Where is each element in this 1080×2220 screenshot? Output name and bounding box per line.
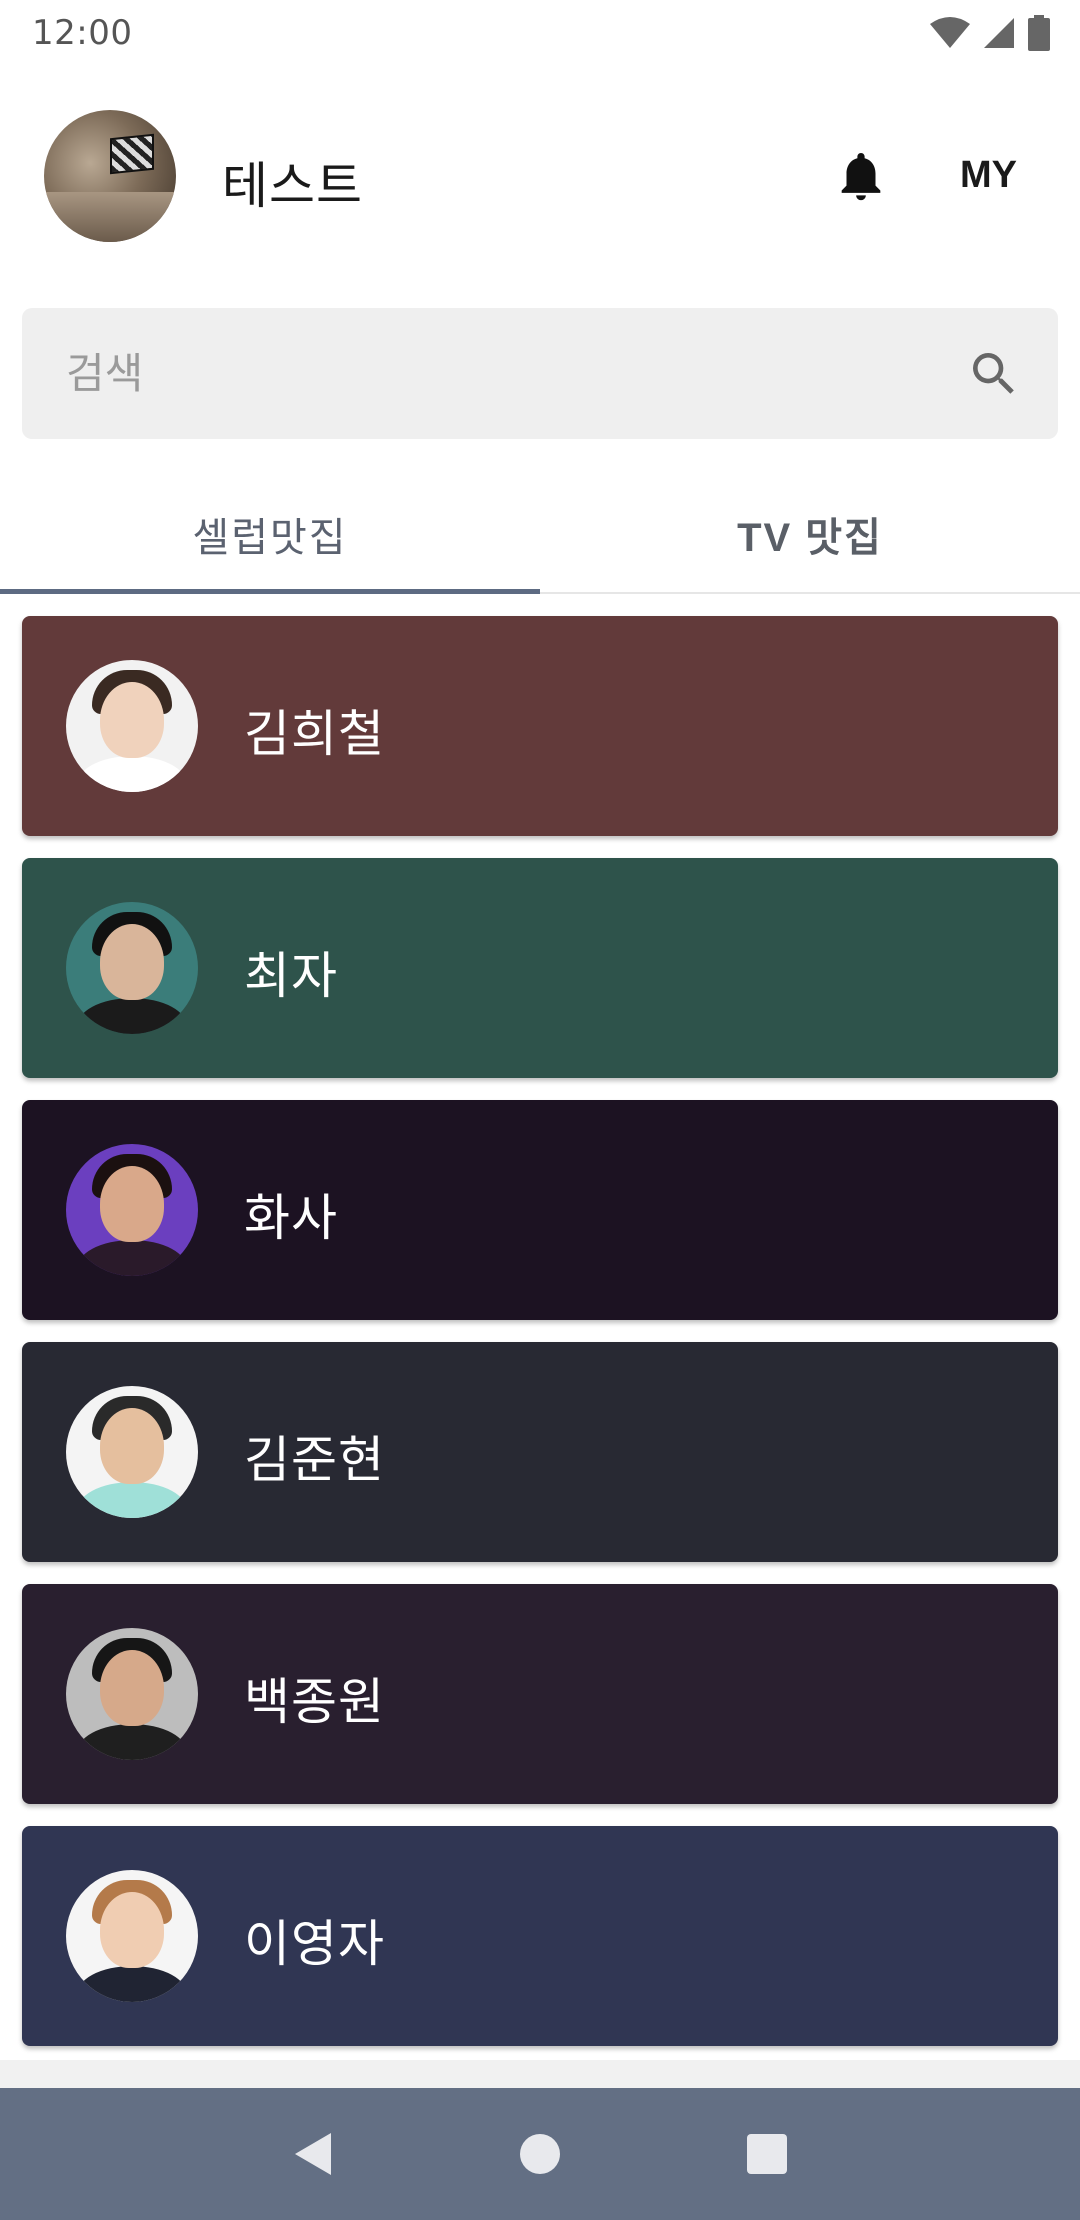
bell-icon[interactable] <box>832 146 890 206</box>
celeb-card[interactable]: 김희철 <box>22 616 1058 836</box>
list-bottom-spacer <box>0 2060 1080 2088</box>
wifi-icon <box>930 17 970 48</box>
celeb-avatar <box>66 660 198 792</box>
celeb-avatar <box>66 1870 198 2002</box>
recents-icon <box>746 2134 787 2174</box>
tab-bar: 셀럽맛집 TV 맛집 <box>0 476 1080 594</box>
system-nav-bar <box>0 2088 1080 2220</box>
home-button[interactable] <box>510 2124 570 2184</box>
celeb-name: 화사 <box>244 1189 338 1247</box>
status-icons <box>930 15 1050 51</box>
search-input[interactable] <box>66 349 966 398</box>
my-button[interactable]: MY <box>960 154 1017 197</box>
celeb-list: 김희철 최자 화사 김준현 백종원 이영자 <box>22 616 1058 2068</box>
search-icon[interactable] <box>966 346 1022 402</box>
celeb-avatar <box>66 1386 198 1518</box>
tab-tv-restaurants[interactable]: TV 맛집 <box>540 476 1080 592</box>
celeb-name: 김준현 <box>244 1431 385 1489</box>
back-button[interactable] <box>283 2124 343 2184</box>
user-name: 테스트 <box>222 157 363 215</box>
user-avatar[interactable] <box>44 110 176 242</box>
home-icon <box>519 2134 560 2174</box>
celeb-avatar <box>66 1628 198 1760</box>
recents-button[interactable] <box>737 2124 797 2184</box>
celeb-card[interactable]: 김준현 <box>22 1342 1058 1562</box>
signal-icon <box>984 18 1014 48</box>
back-icon <box>295 2133 332 2175</box>
celeb-card[interactable]: 화사 <box>22 1100 1058 1320</box>
status-time: 12:00 <box>32 13 133 53</box>
celeb-card[interactable]: 최자 <box>22 858 1058 1078</box>
celeb-name: 백종원 <box>244 1673 385 1731</box>
celeb-avatar <box>66 902 198 1034</box>
search-bar[interactable] <box>22 308 1058 439</box>
celeb-name: 이영자 <box>244 1915 385 1973</box>
celeb-avatar <box>66 1144 198 1276</box>
celeb-name: 최자 <box>244 947 338 1005</box>
celeb-name: 김희철 <box>244 705 385 763</box>
celeb-card[interactable]: 백종원 <box>22 1584 1058 1804</box>
status-bar: 12:00 <box>0 0 1080 66</box>
app-header: 테스트 MY <box>0 106 1080 246</box>
celeb-card[interactable]: 이영자 <box>22 1826 1058 2046</box>
tab-celeb-restaurants[interactable]: 셀럽맛집 <box>0 476 540 594</box>
battery-icon <box>1028 15 1050 51</box>
